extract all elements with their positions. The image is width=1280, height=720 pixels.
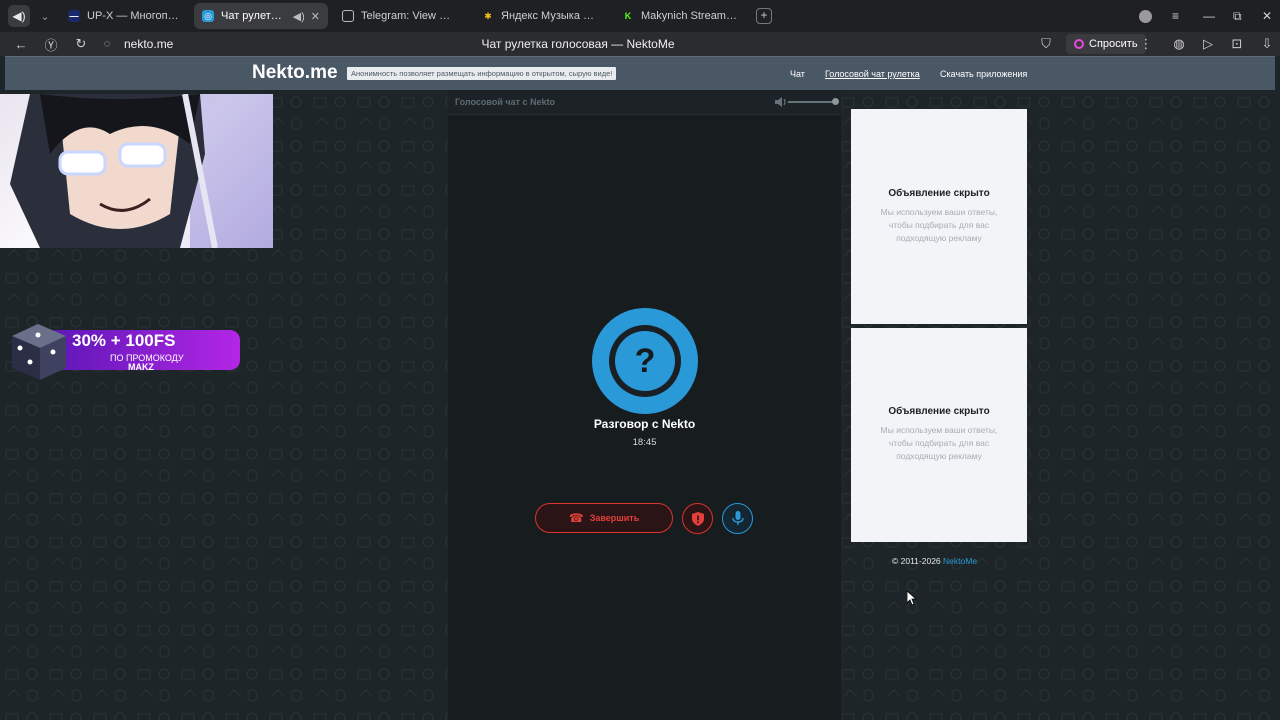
tab-telegram[interactable]: Telegram: View @makynic <box>334 3 468 29</box>
webcam-overlay <box>0 94 273 248</box>
tab-audio-icon: ◀) <box>292 10 305 23</box>
tab-nekto[interactable]: ◎ Чат рулетка голосо ◀) ✕ <box>194 3 328 29</box>
nav-chat[interactable]: Чат <box>790 69 805 79</box>
promo-banner[interactable]: 30% + 100FS ПО ПРОМОКОДУ MAKZ <box>8 322 240 382</box>
dice-icon <box>12 324 66 380</box>
avatar-ring: ? <box>609 325 681 397</box>
tab-upx[interactable]: — UP-X — Многопользоват <box>60 3 188 29</box>
promo-code: MAKZ <box>128 362 154 370</box>
media-icon[interactable]: ▷ <box>1197 36 1219 52</box>
streamer-avatar-image <box>10 94 273 248</box>
promo-headline: 30% + 100FS <box>72 331 176 350</box>
shield-icon <box>691 511 704 526</box>
anonymity-notice: Анонимность позволяет размещать информац… <box>347 67 617 80</box>
footer-link[interactable]: NektoMe <box>943 556 977 566</box>
nekto-icon: ◎ <box>202 10 214 22</box>
nav-download-apps[interactable]: Скачать приложения <box>940 69 1027 79</box>
profile-icon[interactable] <box>1139 0 1152 32</box>
tab-title: Чат рулетка голосо <box>221 10 287 22</box>
extensions-icon[interactable]: ⊡ <box>1226 36 1248 52</box>
volume-icon[interactable] <box>774 95 788 109</box>
copyright: © 2011-2026 NektoMe <box>892 556 977 566</box>
voice-chat-panel: Голосовой чат с Nekto ? Разговор с Nekto… <box>448 90 841 720</box>
tab-title: UP-X — Многопользоват <box>87 10 180 22</box>
minimize-icon[interactable]: — <box>1203 0 1215 32</box>
menu-icon[interactable]: ≡ <box>1172 0 1179 32</box>
browser-tab-bar: ◀) ⌄ — UP-X — Многопользоват ◎ Чат рулет… <box>0 0 1280 32</box>
page-icon <box>342 10 354 22</box>
ask-button[interactable]: Спросить <box>1066 34 1146 54</box>
partner-avatar: ? <box>592 308 698 414</box>
vpn-icon[interactable]: ◍ <box>1168 36 1190 52</box>
ad-title: Объявление скрыто <box>888 406 990 417</box>
tab-title: Makynich Stream - Watch <box>641 10 740 22</box>
kick-icon: K <box>624 11 632 21</box>
copyright-text: © 2011-2026 <box>892 556 941 566</box>
alice-icon <box>1074 39 1084 49</box>
conversation-partner: Разговор с Nekto <box>593 417 696 431</box>
microphone-icon <box>731 511 744 525</box>
close-icon[interactable]: ✕ <box>311 10 320 23</box>
tab-kick[interactable]: K Makynich Stream - Watch <box>614 3 748 29</box>
tab-yandex-music[interactable]: ✱ Яндекс Музыка — собир <box>474 3 608 29</box>
page-title: Чат рулетка голосовая — NektoMe <box>481 37 675 51</box>
ad-title: Объявление скрыто <box>888 188 990 199</box>
tab-title: Яндекс Музыка — собир <box>501 10 600 22</box>
chat-header: Голосовой чат с Nekto <box>448 90 841 115</box>
ad-block-1: Объявление скрыто Мы используем ваши отв… <box>851 109 1027 324</box>
call-timer: 18:45 <box>632 437 657 448</box>
ad-text: Мы используем ваши ответы, чтобы подбира… <box>880 425 998 461</box>
question-mark-icon: ? <box>615 331 675 391</box>
mouse-cursor-icon <box>907 591 917 605</box>
more-icon[interactable]: ⋮ <box>1135 36 1157 52</box>
site-header: Nekto.me Анонимность позволяет размещать… <box>5 56 1275 90</box>
volume-slider[interactable] <box>788 101 836 103</box>
new-tab-button[interactable]: + <box>756 8 772 24</box>
volume-slider-knob[interactable] <box>832 98 839 105</box>
audio-icon[interactable]: ◀) <box>8 5 30 27</box>
site-logo[interactable]: Nekto.me <box>252 62 338 84</box>
chevron-down-icon[interactable]: ⌄ <box>36 10 54 23</box>
window-close-icon[interactable]: ✕ <box>1262 0 1272 32</box>
browser-toolbar: ← Ⓨ ↻ ◌ nekto.me Чат рулетка голосовая —… <box>0 32 1280 56</box>
nav-voice-chat[interactable]: Голосовой чат рулетка <box>825 69 920 79</box>
ask-button-label: Спросить <box>1089 38 1138 50</box>
microphone-button[interactable] <box>722 503 753 534</box>
yandex-music-icon: ✱ <box>484 11 492 21</box>
downloads-icon[interactable]: ⇩ <box>1256 36 1278 52</box>
end-call-label: Завершить <box>589 513 640 523</box>
report-button[interactable] <box>682 503 713 534</box>
chat-title: Голосовой чат с Nekto <box>455 97 556 107</box>
upx-icon: — <box>68 10 80 22</box>
ad-text: Мы используем ваши ответы, чтобы подбира… <box>880 207 998 243</box>
bookmark-icon[interactable]: ⛉ <box>1035 36 1057 52</box>
ad-block-2: Объявление скрыто Мы используем ваши отв… <box>851 328 1027 542</box>
end-call-button[interactable]: ☎ Завершить <box>535 503 673 533</box>
restore-icon[interactable]: ⧉ <box>1233 0 1242 32</box>
hang-up-icon: ☎ <box>568 511 584 525</box>
tab-title: Telegram: View @makynic <box>361 10 460 22</box>
